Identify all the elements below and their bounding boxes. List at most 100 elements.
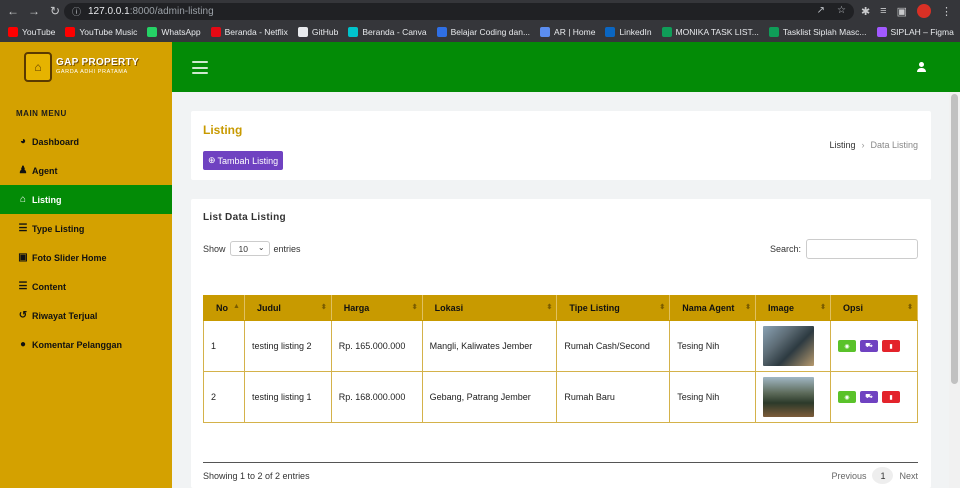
entries-value: 10 xyxy=(238,243,248,254)
bookmark-item[interactable]: Tasklist Siplah Masc... xyxy=(768,27,867,37)
pagination-previous[interactable]: Previous xyxy=(831,471,866,481)
sidebar-item-content[interactable]: ☰ Content xyxy=(0,272,172,301)
table-search: Search: xyxy=(770,239,918,259)
media-icon[interactable]: ≡ xyxy=(880,5,886,17)
url-path: :8000/admin-listing xyxy=(129,6,214,17)
column-header-judul[interactable]: Judul ⬍ xyxy=(243,295,332,321)
bookmark-label: Beranda - Canva xyxy=(362,27,427,37)
sidebar-item-listing[interactable]: ⌂ Listing xyxy=(0,185,172,214)
breadcrumb-listing[interactable]: Listing xyxy=(829,140,855,150)
cart-icon: ⛟ xyxy=(865,343,873,349)
bookmark-item[interactable]: Beranda - Canva xyxy=(348,27,427,37)
bookmark-item[interactable]: LinkedIn xyxy=(605,27,652,37)
share-icon[interactable]: ↗ xyxy=(817,5,825,16)
bookmark-label: Beranda - Netflix xyxy=(224,27,288,37)
sidebar-item-riwayat-terjual[interactable]: ↺ Riwayat Terjual xyxy=(0,301,172,330)
sell-button[interactable]: ⛟ xyxy=(859,340,878,352)
sidepanel-icon[interactable]: ▣ xyxy=(897,5,907,18)
page-header-card: Listing ⊕ Tambah Listing Listing › Data … xyxy=(191,111,931,180)
column-header-label: Judul xyxy=(256,303,281,313)
sidebar-item-type-listing[interactable]: ☰ Type Listing xyxy=(0,214,172,243)
column-header-label: Image xyxy=(768,303,795,313)
bookmark-item[interactable]: YouTube xyxy=(8,27,55,37)
page-scrollbar[interactable] xyxy=(949,92,960,488)
sort-icon: ⬍ xyxy=(411,304,418,311)
delete-button[interactable]: ▮ xyxy=(881,391,900,403)
hamburger-menu-icon[interactable] xyxy=(192,61,208,74)
sidebar-item-foto-slider-home[interactable]: ▣ Foto Slider Home xyxy=(0,243,172,272)
sidebar-item-komentar-pelanggan[interactable]: ● Komentar Pelanggan xyxy=(0,330,172,359)
home-icon: ⌂ xyxy=(19,194,27,205)
bookmark-item[interactable]: Belajar Coding dan... xyxy=(436,27,531,37)
sidebar-item-label: Dashboard xyxy=(32,136,80,147)
search-label: Search: xyxy=(769,244,801,254)
forward-icon[interactable]: → xyxy=(26,3,42,19)
list-title: List Data Listing xyxy=(203,212,286,223)
cell-harga: Rp. 165.000.000 xyxy=(330,320,423,372)
column-header-image[interactable]: Image ⬍ xyxy=(755,295,831,321)
extensions-icon[interactable]: ✱ xyxy=(861,5,870,18)
house-logo-icon: ⌂ xyxy=(24,52,52,82)
pagination-page-1[interactable]: 1 xyxy=(872,467,894,484)
show-label: Show xyxy=(203,243,226,254)
delete-button[interactable]: ▮ xyxy=(881,340,900,352)
bookmark-star-icon[interactable]: ☆ xyxy=(837,5,846,16)
view-button[interactable]: ◉ xyxy=(837,340,856,352)
browser-chrome: ← → ↻ ⓘ 127.0.0.1:8000/admin-listing ↗ ☆… xyxy=(0,0,960,42)
search-input[interactable] xyxy=(806,239,918,259)
user-account-icon[interactable] xyxy=(916,62,926,72)
add-listing-button[interactable]: ⊕ Tambah Listing xyxy=(203,151,284,170)
table-info: Showing 1 to 2 of 2 entries xyxy=(203,471,310,481)
entries-select[interactable]: 10 ⌄ xyxy=(229,241,270,256)
view-button[interactable]: ◉ xyxy=(837,391,856,403)
cell-harga: Rp. 168.000.000 xyxy=(330,371,423,423)
cell-image xyxy=(755,320,831,372)
bookmark-item[interactable]: YouTube Music xyxy=(65,27,137,37)
listing-thumbnail[interactable] xyxy=(763,326,815,366)
sidebar-item-dashboard[interactable]: ◕ Dashboard xyxy=(0,127,172,156)
bookmark-item[interactable]: WhatsApp xyxy=(147,27,201,37)
sort-icon: ⬍ xyxy=(745,304,752,311)
listing-table: No ▲ Judul ⬍ Harga ⬍ Lokasi ⬍ Tipe Listing ⬍ Nama … xyxy=(203,295,919,423)
column-header-harga[interactable]: Harga ⬍ xyxy=(330,295,423,321)
list-icon: ☰ xyxy=(18,223,28,234)
cell-lokasi: Gebang, Patrang Jember xyxy=(421,371,558,423)
profile-avatar[interactable] xyxy=(917,4,931,18)
reload-icon[interactable]: ↻ xyxy=(47,3,63,19)
sidebar-item-agent[interactable]: ♟ Agent xyxy=(0,156,172,185)
column-header-no[interactable]: No ▲ xyxy=(203,295,245,321)
site-info-icon[interactable]: ⓘ xyxy=(72,5,84,18)
cell-opsi: ◉ ⛟ ▮ xyxy=(829,371,919,423)
brand-logo[interactable]: ⌂ GAP PROPERTY GARDA ADHI PRATAMA xyxy=(0,42,172,92)
sell-button[interactable]: ⛟ xyxy=(859,391,878,403)
column-header-tipe-listing[interactable]: Tipe Listing ⬍ xyxy=(556,295,671,321)
list-icon: ☰ xyxy=(18,281,28,292)
address-bar[interactable]: ⓘ 127.0.0.1:8000/admin-listing ↗ ☆ xyxy=(64,3,854,20)
bookmark-item[interactable]: SIPLAH – Figma xyxy=(876,27,954,37)
bookmark-label: Belajar Coding dan... xyxy=(450,27,531,37)
cell-tipe: Rumah Cash/Second xyxy=(556,320,671,372)
entries-length-control: Show 10 ⌄ entries xyxy=(203,241,301,256)
bookmark-item[interactable]: AR | Home xyxy=(540,27,595,37)
listing-thumbnail[interactable] xyxy=(763,377,815,417)
column-header-label: Opsi xyxy=(842,303,863,313)
sidebar: MAIN MENU ◕ Dashboard ♟ Agent ⌂ Listing ☰ Type … xyxy=(0,92,172,488)
column-header-lokasi[interactable]: Lokasi ⬍ xyxy=(421,295,558,321)
back-icon[interactable]: ← xyxy=(5,3,21,19)
bookmark-label: WhatsApp xyxy=(161,27,201,37)
tachometer-icon: ◕ xyxy=(19,136,27,147)
bookmark-item[interactable]: MONIKA TASK LIST... xyxy=(661,27,759,37)
column-header-nama-agent[interactable]: Nama Agent ⬍ xyxy=(669,295,757,321)
chrome-menu-icon[interactable]: ⋮ xyxy=(941,5,952,18)
pagination-next[interactable]: Next xyxy=(899,471,918,481)
pagination: Previous 1 Next xyxy=(831,467,918,484)
user-icon: ♟ xyxy=(18,165,28,176)
bookmark-favicon-icon xyxy=(540,27,551,37)
entries-label: entries xyxy=(273,243,301,254)
bookmark-item[interactable]: GitHub xyxy=(297,27,338,37)
table-footer-divider xyxy=(203,462,918,463)
bookmark-item[interactable]: Beranda - Netflix xyxy=(210,27,288,37)
eye-icon: ◉ xyxy=(844,343,850,350)
bookmark-favicon-icon xyxy=(348,27,359,37)
column-header-opsi[interactable]: Opsi ⬍ xyxy=(829,295,919,321)
